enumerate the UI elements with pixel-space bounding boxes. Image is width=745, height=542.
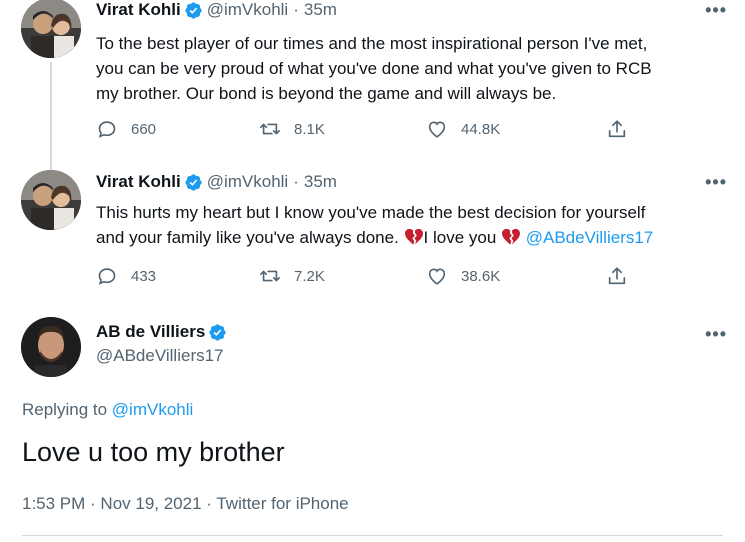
share-icon	[608, 267, 626, 285]
tweet-header: Virat Kohli @imVkohli · 35m	[96, 172, 337, 192]
author-name[interactable]: Virat Kohli	[96, 0, 181, 20]
share-button[interactable]	[606, 118, 641, 140]
retweet-icon	[260, 123, 280, 135]
like-count: 44.8K	[461, 120, 501, 138]
mention-link[interactable]: @ABdeVilliers17	[526, 228, 654, 247]
verified-badge-icon	[185, 173, 202, 191]
reply-icon	[98, 268, 116, 285]
retweet-button[interactable]: 8.1K	[259, 118, 325, 140]
retweet-count: 8.1K	[294, 120, 325, 138]
separator-dot: ·	[293, 172, 299, 191]
tweet-1[interactable]: Virat Kohli @imVkohli · 35m ••• To the b…	[0, 0, 745, 170]
reply-button[interactable]: 660	[96, 118, 156, 140]
tweet-text-fragment: and your family like you've always done.	[96, 228, 404, 247]
like-button[interactable]: 44.8K	[426, 118, 500, 140]
tweet-actions: 433 7.2K 38.6K	[96, 265, 636, 287]
retweet-icon	[260, 270, 280, 282]
like-button[interactable]: 38.6K	[426, 265, 500, 287]
tweet-metadata[interactable]: 1:53 PM · Nov 19, 2021 · Twitter for iPh…	[22, 494, 349, 514]
author-name[interactable]: AB de Villiers	[96, 322, 205, 342]
like-icon	[428, 121, 446, 138]
tweet-text-line: and your family like you've always done.…	[96, 225, 726, 250]
more-icon[interactable]: •••	[705, 0, 727, 21]
tweet-actions: 660 8.1K 44.8K	[96, 118, 636, 140]
broken-heart-icon	[404, 228, 423, 245]
tweet-2[interactable]: Virat Kohli @imVkohli · 35m ••• This hur…	[0, 170, 745, 300]
tweet-text: This hurts my heart but I know you've ma…	[96, 200, 726, 250]
reply-count: 433	[131, 267, 157, 285]
reply-button[interactable]: 433	[96, 265, 156, 287]
verified-badge-icon	[209, 323, 226, 341]
avatar-virat-kohli[interactable]	[21, 0, 81, 58]
avatar-virat-kohli[interactable]	[21, 170, 81, 230]
divider	[22, 535, 723, 536]
author-handle[interactable]: @imVkohli	[207, 172, 289, 192]
replying-to: Replying to @imVkohli	[22, 400, 193, 420]
separator-dot: ·	[293, 0, 299, 19]
retweet-count: 7.2K	[294, 267, 325, 285]
tweet-text: To the best player of our times and the …	[96, 31, 726, 106]
author-name[interactable]: Virat Kohli	[96, 172, 181, 192]
reply-icon	[98, 121, 116, 138]
author-block: AB de Villiers @ABdeVilliers17	[96, 322, 231, 366]
tweet-text-line: This hurts my heart but I know you've ma…	[96, 203, 646, 222]
tweet-text-line: you can be very proud of what you've don…	[96, 59, 652, 78]
author-handle[interactable]: @ABdeVilliers17	[96, 346, 231, 366]
more-icon[interactable]: •••	[705, 324, 727, 345]
tweet-header: Virat Kohli @imVkohli · 35m	[96, 0, 337, 20]
share-icon	[608, 120, 626, 138]
tweet-time[interactable]: 35m	[304, 0, 337, 20]
like-count: 38.6K	[461, 267, 501, 285]
thread-connector	[50, 62, 52, 170]
share-button[interactable]	[606, 265, 641, 287]
like-icon	[428, 268, 446, 285]
replying-to-link[interactable]: @imVkohli	[112, 400, 194, 419]
retweet-button[interactable]: 7.2K	[259, 265, 325, 287]
tweet-text-fragment: I love you	[423, 228, 502, 247]
reply-count: 660	[131, 120, 157, 138]
verified-badge-icon	[185, 1, 202, 19]
author-handle[interactable]: @imVkohli	[207, 0, 289, 20]
main-tweet-text: Love u too my brother	[22, 437, 285, 467]
avatar-ab-de-villiers[interactable]	[21, 317, 81, 377]
tweet-text-line: my brother. Our bond is beyond the game …	[96, 84, 557, 103]
tweet-time[interactable]: 35m	[304, 172, 337, 192]
tweet-text-line: To the best player of our times and the …	[96, 34, 648, 53]
more-icon[interactable]: •••	[705, 172, 727, 193]
replying-prefix: Replying to	[22, 400, 112, 419]
broken-heart-icon	[502, 228, 521, 245]
